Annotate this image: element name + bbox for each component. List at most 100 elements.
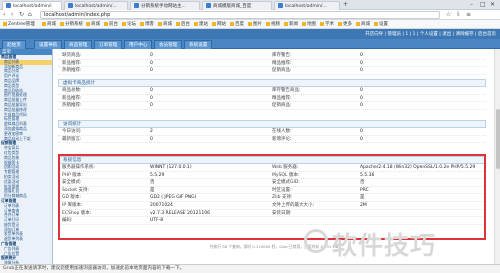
bookmark[interactable]: 网站 [212,21,226,27]
back-icon[interactable]: ‹ [3,11,5,18]
info-label: 促销商品: [272,103,292,109]
info-row: 新品推荐: 0 精品推荐: 0 [58,60,486,68]
info-label: 在线人数: [272,129,292,134]
section-rows: 商品总数: 0 库存警告商品: 0 新品推荐: 0 精品推荐: 0 热销推荐: 0 促销商品: 0 [58,87,486,110]
info-value: 0 [360,95,363,101]
menu-icon[interactable]: ≡ [466,11,471,18]
folder-icon [230,21,234,26]
scrollbar-thumb[interactable] [496,109,500,169]
info-label: 新品推荐: [62,60,82,66]
info-value: 0 [360,60,363,66]
info-label: 热销推荐: [62,68,82,74]
nav-tab-start[interactable]: 起始页 [2,40,26,49]
info-row: 新品推荐: 0 精品推荐: 0 [58,95,486,103]
info-value: 0 [150,88,153,93]
bookmark[interactable]: 更多 [338,21,352,27]
info-value: 0 [150,68,153,74]
folder-icon [176,21,180,26]
folder-icon [140,21,144,26]
download-icon[interactable]: ⇩ [456,11,461,18]
nav-tab-goods[interactable]: 商品管理 [64,40,93,49]
browser-tab[interactable]: localhost/admin/i [2,1,62,10]
minimize-icon[interactable]: – [470,1,473,8]
refresh-icon[interactable]: ↻ [19,11,24,18]
url-input[interactable]: localhost/admin/index.php [40,11,440,19]
bookmark[interactable]: 后台 [176,21,190,27]
goods-stats-section: 缺货商品: 0 库存警告: 0 新品推荐: 0 精品推荐: 0 热销推荐: 0 促销商品: 0 [58,52,486,75]
browser-tab[interactable]: localhost/admin/... [64,1,128,10]
browser-tab[interactable]: 分销系统手动网站主... [130,1,200,10]
info-label: 最新留言: [62,136,82,142]
info-label: 库存警告: [272,53,292,58]
admin-nav: 起始页 设置导航 商品管理 订单管理 用户中心 会员管理 系统设置 [0,39,500,49]
folder-icon [320,21,324,26]
info-value: 0 [360,103,363,109]
close-icon[interactable]: ✕ [490,1,495,8]
virtual-card-stats-section: 虚拟卡商品统计 商品总数: 0 库存警告商品: 0 新品推荐: 0 精品推荐: 0 热销推荐: 0… [58,79,486,110]
section-title: 虚拟卡商品统计 [58,79,486,87]
star-icon[interactable]: ☆ [446,11,451,18]
folder-icon [3,21,7,26]
info-value: 0 [150,136,153,142]
browser-tab[interactable]: localhost/admin/... [274,1,340,10]
bookmark[interactable]: 商城 [42,21,56,27]
folder-icon [104,21,108,26]
folder-icon [338,21,342,26]
folder-icon [302,21,306,26]
folder-icon [158,21,162,26]
info-label: 促销商品: [272,68,292,74]
info-row: 热销推荐: 0 促销商品: 0 [58,67,486,75]
page-icon [278,3,283,8]
sidebar-menu: 商品管理 商品列表 添加新商品 商品分类 用户评论 商品品牌 商品类型 商品回收站 图片批量处理… [0,54,52,264]
bookmark[interactable]: 图片 [248,21,262,27]
bookmark[interactable]: 视频 [266,21,280,27]
admin-sidebar: 菜单 商品管理 商品列表 添加新商品 商品分类 用户评论 商品品牌 商品类型 商品回收站 图片批… [0,49,53,264]
bookmark[interactable]: 设置 [374,21,388,27]
bookmark[interactable]: 建站 [194,21,208,27]
browser-tab[interactable]: 商城模版商城_百度 [202,1,272,10]
forward-icon[interactable]: › [11,11,13,18]
info-row: 缺货商品: 0 库存警告: 0 [58,52,486,60]
info-label: 库存警告商品: [272,88,301,93]
bookmark[interactable]: 新闻 [284,21,298,27]
info-value: 0 [360,53,363,58]
bookmark[interactable]: 商城 [86,21,100,27]
info-value: 0 [360,136,363,142]
nav-tab-settings-nav[interactable]: 设置导航 [34,40,63,49]
maximize-icon[interactable]: □ [480,1,486,8]
bookmark[interactable]: 商城 [158,21,172,27]
bookmark[interactable]: 前台 [104,21,118,27]
nav-tab-system[interactable]: 系统设置 [184,40,213,49]
bookmark[interactable]: Zentree管理 [3,21,35,27]
folder-icon [374,21,378,26]
info-value: 0 [150,53,153,58]
info-label: 新增评论: [272,136,292,142]
nav-tab-users[interactable]: 用户中心 [124,40,153,49]
folder-icon [122,21,126,26]
browser-tab-bar: localhost/admin/i localhost/admin/... 分销… [0,0,500,10]
folder-icon [194,21,198,26]
nav-tab-orders[interactable]: 订单管理 [94,40,123,49]
folder-icon [356,21,360,26]
admin-header-links[interactable]: 开店向导 | 管理员 | 1 | 1 | 个人设置 | 退出 | 清除缓存 | … [365,31,496,37]
folder-icon [42,21,46,26]
info-label: 缺货商品: [62,53,82,58]
bookmark[interactable]: 百度 [230,21,244,27]
info-value: 0 [360,129,363,134]
bookmark[interactable]: 地图 [302,21,316,27]
watermark-logo [304,229,328,253]
bookmark[interactable]: 论坛 [122,21,136,27]
new-tab-icon[interactable]: + [343,1,348,8]
home-icon[interactable]: ⌂ [28,11,32,18]
scrollbar[interactable] [494,49,500,264]
info-row: 商品总数: 0 库存警告商品: 0 [58,87,486,95]
info-label: 今日访问: [62,129,82,134]
nav-tab-members[interactable]: 会员管理 [154,40,183,49]
bookmark[interactable]: 分销系统 [60,21,83,27]
section-rows: 缺货商品: 0 库存警告: 0 新品推荐: 0 精品推荐: 0 热销推荐: 0 促销商品: 0 [58,52,486,75]
section-rows: 今日访问: 2 在线人数: 0 最新留言: 0 新增评论: 0 [58,128,486,144]
bookmark[interactable]: 博客 [140,21,154,27]
bookmark[interactable]: 学术 [320,21,334,27]
folder-icon [212,21,216,26]
bookmark[interactable]: 商城 [356,21,370,27]
